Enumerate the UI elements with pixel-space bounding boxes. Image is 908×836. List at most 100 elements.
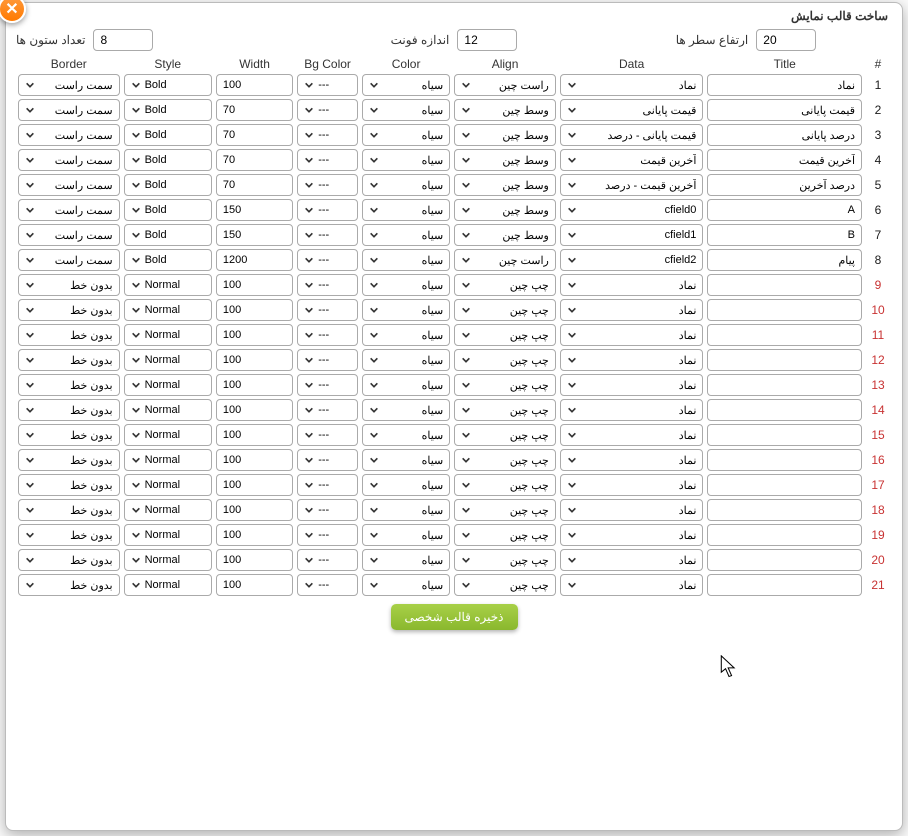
width-input[interactable]	[216, 524, 293, 546]
align-select[interactable]: وسط چین	[454, 124, 556, 146]
border-select[interactable]: بدون خط	[18, 574, 120, 596]
width-input[interactable]	[216, 224, 293, 246]
data-select[interactable]: آخرین قیمت - درصد	[560, 174, 704, 196]
title-input[interactable]	[707, 99, 862, 121]
border-select[interactable]: بدون خط	[18, 299, 120, 321]
border-select[interactable]: بدون خط	[18, 449, 120, 471]
color-select[interactable]: سیاه	[362, 424, 450, 446]
color-select[interactable]: سیاه	[362, 149, 450, 171]
bgcolor-select[interactable]: ---	[297, 74, 358, 96]
bgcolor-select[interactable]: ---	[297, 399, 358, 421]
align-select[interactable]: چپ چین	[454, 449, 556, 471]
title-input[interactable]	[707, 449, 862, 471]
style-select[interactable]: Bold	[124, 124, 212, 146]
row-height-input[interactable]	[756, 29, 816, 51]
bgcolor-select[interactable]: ---	[297, 349, 358, 371]
width-input[interactable]	[216, 499, 293, 521]
style-select[interactable]: Normal	[124, 524, 212, 546]
align-select[interactable]: چپ چین	[454, 374, 556, 396]
data-select[interactable]: نماد	[560, 549, 704, 571]
align-select[interactable]: چپ چین	[454, 299, 556, 321]
align-select[interactable]: چپ چین	[454, 324, 556, 346]
title-input[interactable]	[707, 324, 862, 346]
align-select[interactable]: چپ چین	[454, 349, 556, 371]
style-select[interactable]: Bold	[124, 149, 212, 171]
style-select[interactable]: Bold	[124, 224, 212, 246]
color-select[interactable]: سیاه	[362, 224, 450, 246]
data-select[interactable]: نماد	[560, 449, 704, 471]
style-select[interactable]: Normal	[124, 299, 212, 321]
width-input[interactable]	[216, 99, 293, 121]
color-select[interactable]: سیاه	[362, 299, 450, 321]
title-input[interactable]	[707, 374, 862, 396]
bgcolor-select[interactable]: ---	[297, 549, 358, 571]
align-select[interactable]: چپ چین	[454, 574, 556, 596]
bgcolor-select[interactable]: ---	[297, 474, 358, 496]
width-input[interactable]	[216, 349, 293, 371]
color-select[interactable]: سیاه	[362, 549, 450, 571]
color-select[interactable]: سیاه	[362, 274, 450, 296]
align-select[interactable]: چپ چین	[454, 549, 556, 571]
border-select[interactable]: بدون خط	[18, 524, 120, 546]
color-select[interactable]: سیاه	[362, 399, 450, 421]
title-input[interactable]	[707, 524, 862, 546]
width-input[interactable]	[216, 399, 293, 421]
data-select[interactable]: نماد	[560, 474, 704, 496]
width-input[interactable]	[216, 174, 293, 196]
width-input[interactable]	[216, 549, 293, 571]
title-input[interactable]	[707, 74, 862, 96]
title-input[interactable]	[707, 199, 862, 221]
border-select[interactable]: بدون خط	[18, 424, 120, 446]
data-select[interactable]: cfield0	[560, 199, 704, 221]
bgcolor-select[interactable]: ---	[297, 524, 358, 546]
border-select[interactable]: بدون خط	[18, 349, 120, 371]
data-select[interactable]: نماد	[560, 574, 704, 596]
bgcolor-select[interactable]: ---	[297, 574, 358, 596]
bgcolor-select[interactable]: ---	[297, 499, 358, 521]
border-select[interactable]: بدون خط	[18, 399, 120, 421]
border-select[interactable]: بدون خط	[18, 549, 120, 571]
bgcolor-select[interactable]: ---	[297, 299, 358, 321]
align-select[interactable]: چپ چین	[454, 474, 556, 496]
title-input[interactable]	[707, 274, 862, 296]
align-select[interactable]: چپ چین	[454, 399, 556, 421]
title-input[interactable]	[707, 399, 862, 421]
align-select[interactable]: وسط چین	[454, 174, 556, 196]
data-select[interactable]: قیمت پایانی - درصد	[560, 124, 704, 146]
width-input[interactable]	[216, 274, 293, 296]
title-input[interactable]	[707, 574, 862, 596]
width-input[interactable]	[216, 474, 293, 496]
align-select[interactable]: وسط چین	[454, 149, 556, 171]
bgcolor-select[interactable]: ---	[297, 249, 358, 271]
data-select[interactable]: cfield1	[560, 224, 704, 246]
border-select[interactable]: سمت راست	[18, 199, 120, 221]
data-select[interactable]: نماد	[560, 74, 704, 96]
color-select[interactable]: سیاه	[362, 99, 450, 121]
style-select[interactable]: Bold	[124, 199, 212, 221]
width-input[interactable]	[216, 149, 293, 171]
title-input[interactable]	[707, 249, 862, 271]
color-select[interactable]: سیاه	[362, 499, 450, 521]
style-select[interactable]: Bold	[124, 74, 212, 96]
data-select[interactable]: نماد	[560, 374, 704, 396]
border-select[interactable]: بدون خط	[18, 324, 120, 346]
color-select[interactable]: سیاه	[362, 374, 450, 396]
style-select[interactable]: Normal	[124, 349, 212, 371]
border-select[interactable]: سمت راست	[18, 124, 120, 146]
align-select[interactable]: وسط چین	[454, 99, 556, 121]
bgcolor-select[interactable]: ---	[297, 149, 358, 171]
data-select[interactable]: نماد	[560, 349, 704, 371]
color-select[interactable]: سیاه	[362, 199, 450, 221]
align-select[interactable]: وسط چین	[454, 199, 556, 221]
data-select[interactable]: نماد	[560, 499, 704, 521]
color-select[interactable]: سیاه	[362, 574, 450, 596]
color-select[interactable]: سیاه	[362, 249, 450, 271]
style-select[interactable]: Normal	[124, 449, 212, 471]
style-select[interactable]: Bold	[124, 99, 212, 121]
title-input[interactable]	[707, 549, 862, 571]
align-select[interactable]: راست چین	[454, 74, 556, 96]
title-input[interactable]	[707, 174, 862, 196]
title-input[interactable]	[707, 124, 862, 146]
align-select[interactable]: چپ چین	[454, 424, 556, 446]
bgcolor-select[interactable]: ---	[297, 374, 358, 396]
